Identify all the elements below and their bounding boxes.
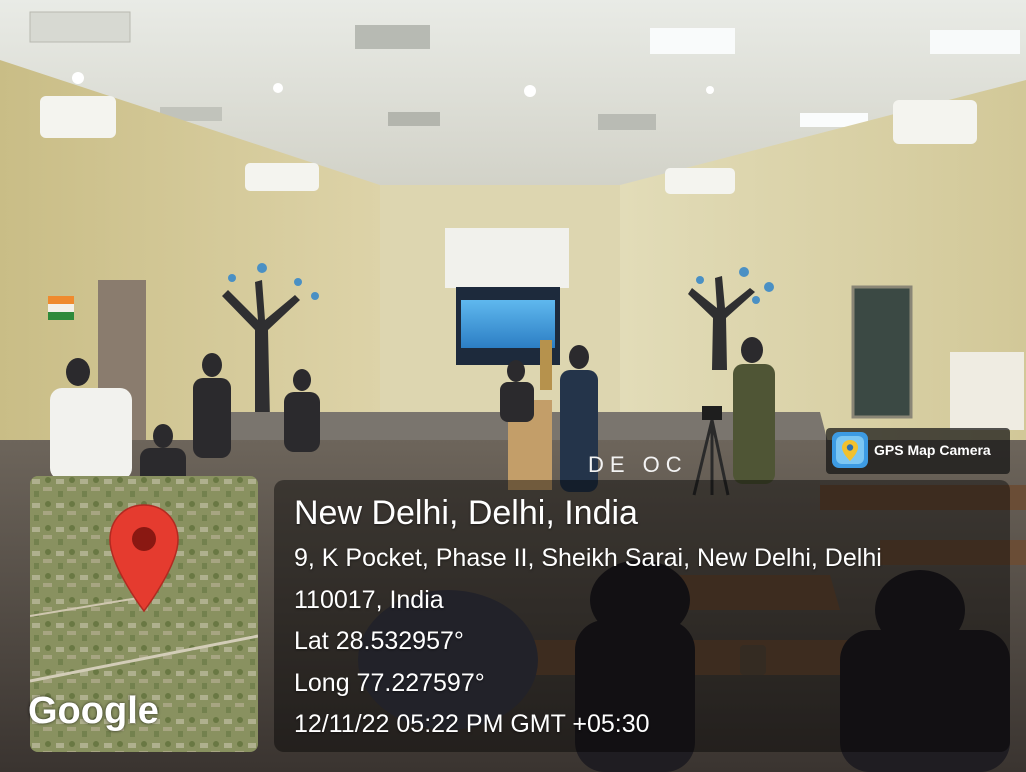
longitude: Long 77.227597° (294, 669, 485, 697)
app-badge-label: GPS Map Camera (874, 442, 991, 458)
map-pin-icon (109, 504, 179, 613)
city-title: New Delhi, Delhi, India (294, 494, 638, 532)
google-logo: Google (28, 690, 159, 732)
address-line-1: 9, K Pocket, Phase II, Sheikh Sarai, New… (294, 544, 882, 572)
timestamp: 12/11/22 05:22 PM GMT +05:30 (294, 710, 650, 738)
stage-banner-text: DE OC (588, 452, 688, 477)
latitude: Lat 28.532957° (294, 627, 464, 655)
gps-map-camera-icon (832, 432, 868, 468)
address-line-2: 110017, India (294, 586, 444, 614)
